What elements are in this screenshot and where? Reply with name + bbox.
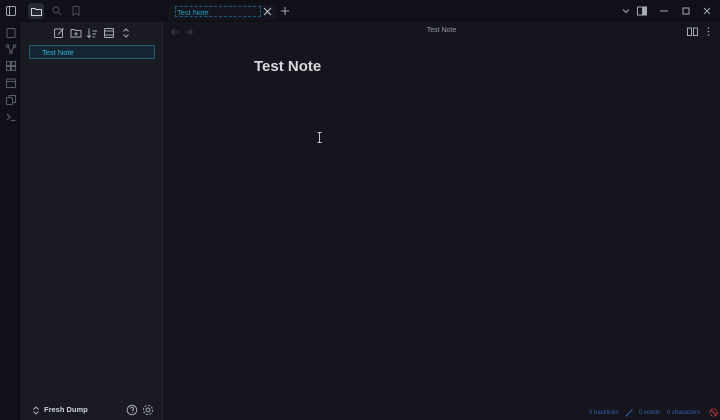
calendar-icon[interactable]	[5, 77, 17, 89]
graph-icon[interactable]	[5, 43, 17, 55]
tab-title[interactable]: Test Note	[175, 6, 261, 17]
copy-icon[interactable]	[5, 94, 17, 106]
reading-view-icon[interactable]	[687, 26, 698, 37]
backlinks-count[interactable]: 0 backlinks	[589, 408, 619, 418]
minimize-icon[interactable]	[658, 5, 670, 17]
left-ribbon	[0, 22, 22, 420]
folder-icon[interactable]	[28, 3, 44, 19]
maximize-icon[interactable]	[680, 5, 692, 17]
new-tab-icon[interactable]	[280, 6, 290, 16]
close-icon[interactable]	[263, 7, 272, 16]
character-count: 0 characters	[667, 410, 701, 416]
vault-name: Fresh Dump	[44, 405, 88, 414]
text-cursor-icon	[317, 132, 322, 143]
more-options-icon[interactable]	[703, 26, 714, 37]
search-icon[interactable]	[49, 3, 65, 19]
status-bar: 0 backlinks 0 words 0 characters	[585, 406, 720, 420]
new-folder-icon[interactable]	[70, 27, 82, 39]
help-icon[interactable]	[126, 404, 138, 416]
collapse-all-icon[interactable]	[120, 27, 132, 39]
gear-icon[interactable]	[142, 404, 154, 416]
file-item-test-note[interactable]: Test Note	[29, 45, 155, 59]
terminal-icon[interactable]	[5, 111, 17, 123]
word-count: 0 words	[639, 410, 661, 416]
title-bar: Test Note	[0, 0, 720, 22]
pencil-icon[interactable]	[625, 408, 634, 417]
vault-chevron-icon	[33, 406, 39, 415]
editor-pane: Test Note Test Note	[163, 22, 720, 420]
chevron-down-icon[interactable]	[620, 5, 632, 17]
split-view-icon[interactable]	[636, 5, 648, 17]
file-explorer: Test Note Fresh Dump	[22, 22, 163, 420]
tab-test-note[interactable]: Test Note	[168, 4, 276, 20]
note-title[interactable]: Test Note	[254, 58, 321, 76]
sort-icon[interactable]	[86, 27, 98, 39]
canvas-icon[interactable]	[5, 60, 17, 72]
vault-switcher[interactable]: Fresh Dump	[32, 404, 112, 416]
file-item-label: Test Note	[42, 48, 74, 57]
new-note-icon[interactable]	[53, 27, 65, 39]
sidebar-toggle-icon[interactable]	[3, 3, 19, 19]
bookmark-icon[interactable]	[68, 3, 84, 19]
view-header-title[interactable]: Test Note	[163, 26, 720, 36]
files-icon[interactable]	[5, 27, 17, 39]
sync-error-icon[interactable]	[709, 408, 718, 417]
window-close-icon[interactable]	[701, 5, 713, 17]
auto-reveal-icon[interactable]	[103, 27, 115, 39]
